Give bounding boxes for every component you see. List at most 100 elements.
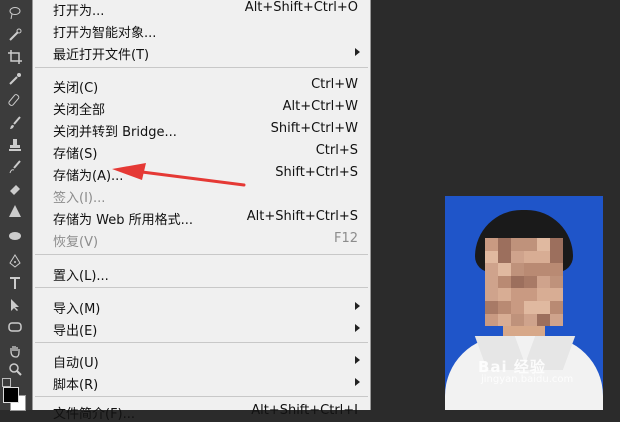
menu-item-shortcut: Alt+Shift+Ctrl+O (244, 0, 358, 15)
default-colors-icon[interactable] (2, 378, 11, 387)
mosaic-cell (485, 288, 498, 301)
zoom-tool-icon[interactable] (4, 360, 26, 378)
menu-item-label: 存储(S) (53, 147, 98, 162)
mosaic-cell (511, 288, 524, 301)
lasso-tool-icon[interactable] (4, 4, 26, 22)
mosaic-cell (485, 238, 498, 251)
menu-item-label: 置入(L)... (53, 269, 109, 284)
menu-item-shortcut: Alt+Ctrl+W (282, 99, 358, 114)
menu-item-label: 存储为 Web 所用格式... (53, 213, 194, 228)
tools-panel (0, 0, 33, 411)
mosaic-cell (485, 263, 498, 276)
submenu-arrow-icon (355, 356, 360, 364)
menu-item-shortcut: Shift+Ctrl+S (275, 165, 358, 180)
eraser-tool-icon[interactable] (4, 180, 26, 198)
menu-item-label: 恢复(V) (53, 235, 99, 250)
menu-item-file-info[interactable]: 文件简介(F)... Alt+Shift+Ctrl+I (33, 400, 370, 422)
mosaic-cell (537, 263, 550, 276)
mosaic-cell (537, 238, 550, 251)
pen-tool-icon[interactable] (4, 252, 26, 270)
clone-stamp-tool-icon[interactable] (4, 136, 26, 154)
shape-tool-icon[interactable] (4, 318, 26, 336)
mosaic-cell (550, 250, 563, 264)
menu-item-import[interactable]: 导入(M) (33, 295, 370, 317)
foreground-color-swatch[interactable] (3, 387, 19, 403)
menu-item-label: 关闭(C) (53, 81, 99, 96)
mosaic-cell (498, 313, 511, 327)
mosaic-cell (511, 313, 524, 327)
mosaic-cell (511, 300, 524, 314)
menu-item-place[interactable]: 置入(L)... (33, 262, 370, 284)
menu-item-label: 文件简介(F)... (53, 407, 136, 422)
mosaic-cell (550, 288, 563, 301)
type-tool-icon[interactable] (4, 274, 26, 292)
menu-item-shortcut: Shift+Ctrl+W (270, 121, 358, 136)
history-brush-tool-icon[interactable] (4, 158, 26, 176)
menu-item-shortcut: Alt+Shift+Ctrl+I (251, 403, 358, 418)
mosaic-cell (524, 238, 537, 251)
menu-item-label: 导出(E) (53, 324, 98, 339)
crop-tool-icon[interactable] (4, 48, 26, 66)
menu-item-automate[interactable]: 自动(U) (33, 349, 370, 371)
pixelated-face (485, 238, 563, 327)
path-selection-tool-icon[interactable] (4, 296, 26, 314)
mosaic-cell (511, 263, 524, 276)
mosaic-cell (550, 300, 563, 314)
mosaic-cell (537, 313, 550, 327)
menu-item-shortcut: Ctrl+W (311, 77, 358, 92)
menu-item-close-and-go-to-bridge[interactable]: 关闭并转到 Bridge... Shift+Ctrl+W (33, 118, 370, 140)
menu-item-label: 存储为(A)... (53, 169, 124, 184)
gradient-tool-icon[interactable] (4, 202, 26, 220)
mosaic-cell (485, 300, 498, 314)
quick-selection-tool-icon[interactable] (4, 26, 26, 44)
menu-item-shortcut: Ctrl+S (315, 143, 358, 158)
mosaic-cell (550, 275, 563, 289)
menu-item-label: 关闭全部 (53, 103, 106, 118)
menu-separator (35, 342, 368, 343)
menu-item-recent-files[interactable]: 最近打开文件(T) (33, 41, 370, 63)
menu-item-label: 关闭并转到 Bridge... (53, 125, 177, 140)
healing-brush-tool-icon[interactable] (4, 92, 26, 110)
mosaic-cell (511, 275, 524, 289)
mosaic-cell (524, 300, 537, 314)
menu-item-scripts[interactable]: 脚本(R) (33, 371, 370, 393)
mosaic-cell (511, 250, 524, 264)
mosaic-cell (524, 288, 537, 301)
brush-tool-icon[interactable] (4, 114, 26, 132)
menu-item-open-as[interactable]: 打开为... Alt+Shift+Ctrl+O (33, 0, 370, 19)
mosaic-cell (537, 275, 550, 289)
menu-separator (35, 67, 368, 68)
menu-item-label: 打开为智能对象... (53, 26, 157, 41)
mosaic-cell (498, 288, 511, 301)
menu-item-label: 自动(U) (53, 356, 99, 371)
eyedropper-tool-icon[interactable] (4, 70, 26, 88)
menu-item-export[interactable]: 导出(E) (33, 317, 370, 339)
mosaic-cell (511, 238, 524, 251)
menu-separator (35, 287, 368, 288)
mosaic-cell (550, 263, 563, 276)
mosaic-cell (524, 263, 537, 276)
menu-item-close-all[interactable]: 关闭全部 Alt+Ctrl+W (33, 96, 370, 118)
menu-item-close[interactable]: 关闭(C) Ctrl+W (33, 74, 370, 96)
menu-item-save[interactable]: 存储(S) Ctrl+S (33, 140, 370, 162)
mosaic-cell (550, 238, 563, 251)
menu-item-shortcut: Alt+Shift+Ctrl+S (246, 209, 358, 224)
smudge-tool-icon[interactable] (4, 226, 26, 244)
menu-item-label: 打开为... (53, 4, 105, 19)
menu-separator (35, 396, 368, 397)
submenu-arrow-icon (355, 324, 360, 332)
menu-item-open-as-smart-object[interactable]: 打开为智能对象... (33, 19, 370, 41)
menu-item-check-in: 签入(I)... (33, 184, 370, 206)
submenu-arrow-icon (355, 378, 360, 386)
mosaic-cell (537, 250, 550, 264)
hand-tool-icon[interactable] (4, 342, 26, 360)
mosaic-cell (498, 300, 511, 314)
submenu-arrow-icon (355, 48, 360, 56)
mosaic-cell (524, 250, 537, 264)
mosaic-cell (498, 250, 511, 264)
menu-item-save-for-web[interactable]: 存储为 Web 所用格式... Alt+Shift+Ctrl+S (33, 206, 370, 228)
mosaic-cell (485, 275, 498, 289)
menu-item-save-as[interactable]: 存储为(A)... Shift+Ctrl+S (33, 162, 370, 184)
mosaic-cell (524, 313, 537, 327)
mosaic-cell (498, 263, 511, 276)
